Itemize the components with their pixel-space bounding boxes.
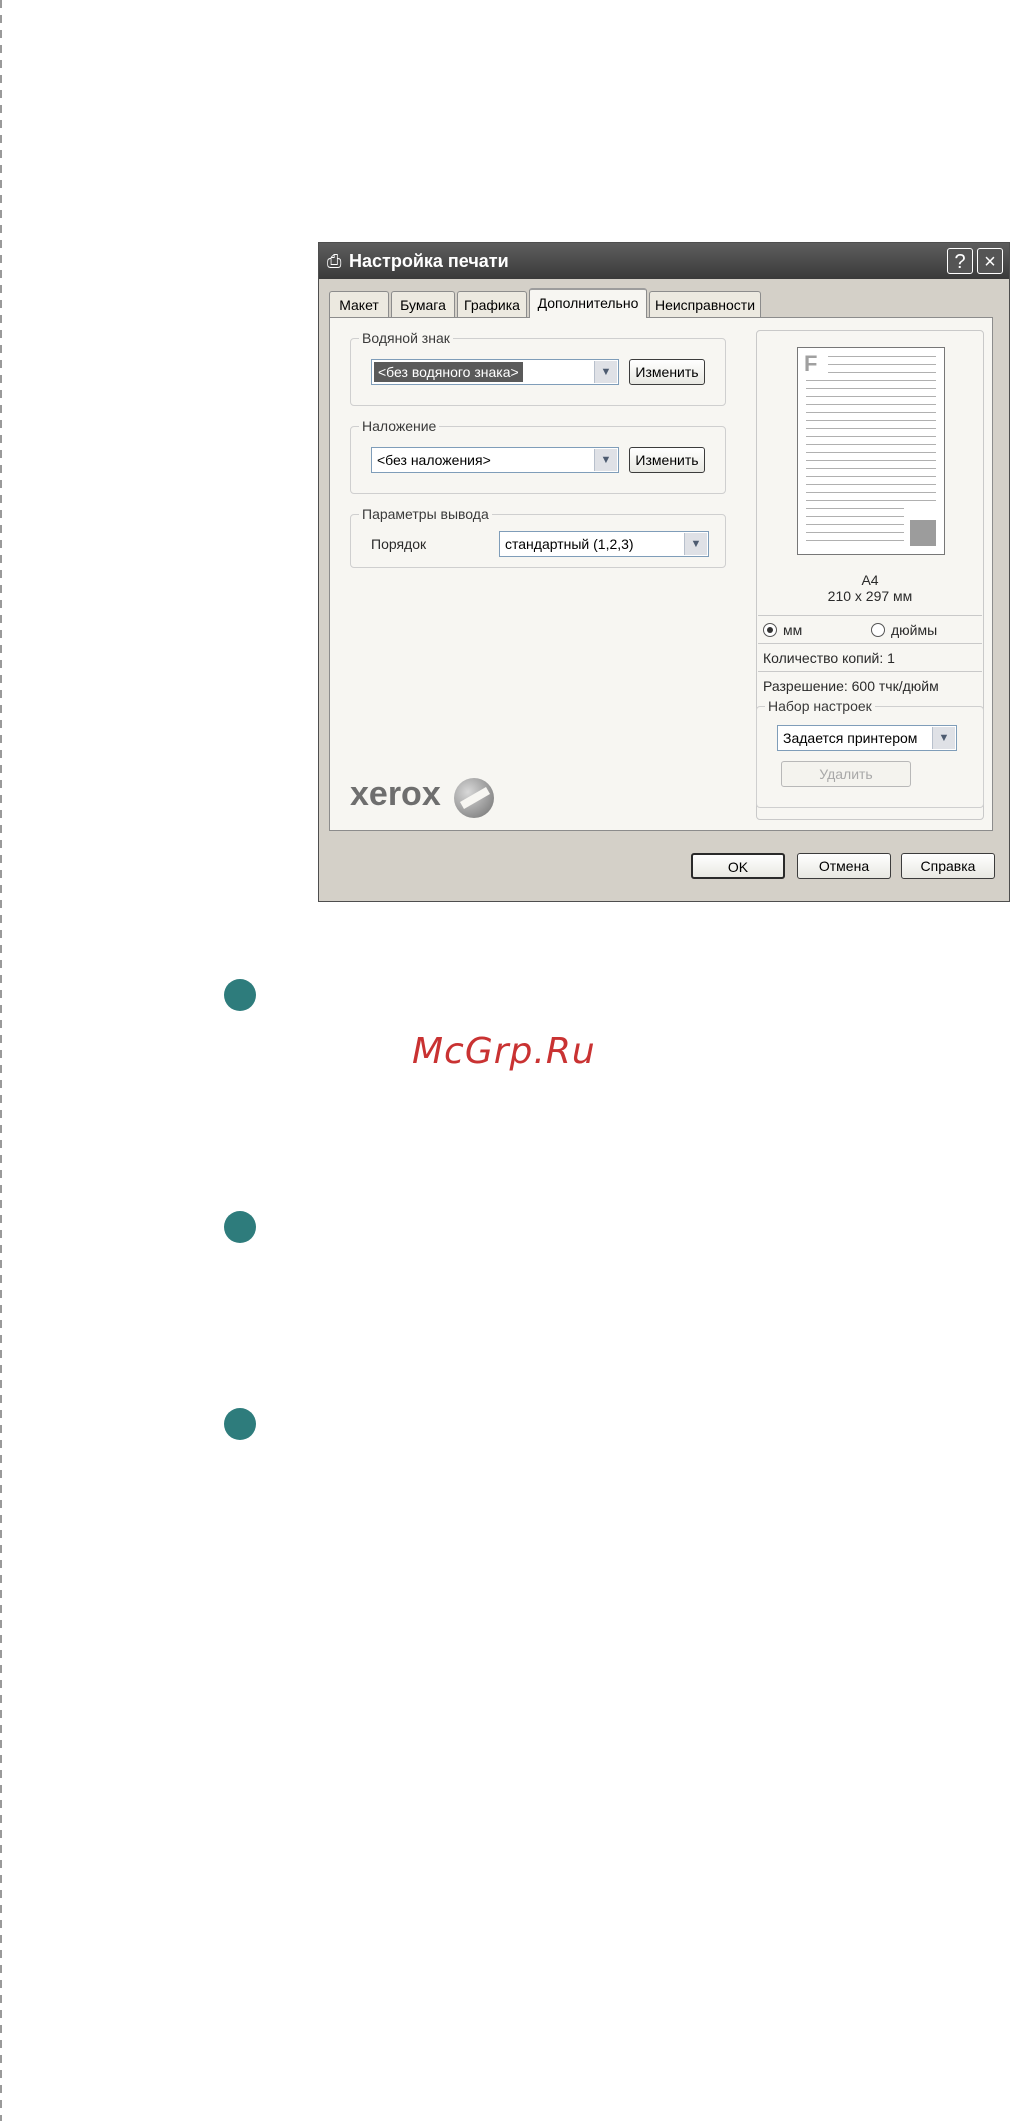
chevron-down-icon[interactable]: ▼ [684, 533, 707, 555]
resolution-value: Разрешение: 600 тчк/дюйм [763, 678, 939, 694]
copies-count: Количество копий: 1 [763, 650, 895, 666]
unit-inches-label[interactable]: дюймы [891, 621, 937, 639]
page-preview-line [806, 412, 936, 413]
site-watermark-text: McGrp.Ru [412, 1031, 596, 1072]
xerox-logo: xerox [350, 775, 441, 813]
cancel-button[interactable]: Отмена [797, 853, 891, 879]
watermark-select-value: <без водяного знака> [374, 362, 523, 382]
presets-group: Набор настроек Задается принтером ▼ Удал… [756, 697, 984, 808]
tab-troubleshooting[interactable]: Неисправности [649, 291, 761, 317]
tab-graphics[interactable]: Графика [457, 291, 527, 317]
unit-inches-radio[interactable] [871, 623, 885, 637]
page-preview-line [806, 436, 936, 437]
page-preview-line [806, 476, 936, 477]
separator [758, 643, 982, 644]
dialog-title: Настройка печати [349, 251, 509, 271]
page-preview-line [806, 484, 936, 485]
ok-button[interactable]: OK [691, 853, 785, 879]
help-title-button[interactable]: ? [947, 248, 973, 274]
page-preview-line [806, 388, 936, 389]
presets-select[interactable]: Задается принтером ▼ [777, 725, 957, 751]
page-preview-line [828, 356, 936, 357]
printer-icon: ⎙ [327, 251, 342, 271]
overlay-select[interactable]: <без наложения> ▼ [371, 447, 619, 473]
xerox-sphere-icon [454, 778, 494, 818]
title-bar[interactable]: ⎙ Настройка печати ? × [319, 243, 1009, 279]
page-preview-line [806, 500, 936, 501]
callout-marker-1-description [224, 979, 256, 1011]
watermark-group: Водяной знак <без водяного знака> ▼ Изме… [350, 329, 726, 406]
order-select[interactable]: стандартный (1,2,3) ▼ [499, 531, 709, 557]
page-preview: F [797, 347, 945, 555]
page-preview-line [806, 404, 936, 405]
delete-preset-button[interactable]: Удалить [781, 761, 911, 787]
close-title-button[interactable]: × [977, 248, 1003, 274]
tab-advanced[interactable]: Дополнительно [529, 288, 647, 318]
page-preview-line [806, 380, 936, 381]
page-preview-line [806, 420, 936, 421]
page-preview-line [806, 428, 936, 429]
page-preview-line [806, 468, 936, 469]
page-preview-line [828, 372, 936, 373]
page-preview-line [806, 396, 936, 397]
help-button[interactable]: Справка [901, 853, 995, 879]
page-preview-line [806, 452, 936, 453]
tab-layout[interactable]: Макет [329, 291, 389, 317]
separator [758, 671, 982, 672]
page-preview-line [806, 524, 904, 525]
page-preview-line [806, 460, 936, 461]
page-preview-line [806, 516, 904, 517]
chevron-down-icon[interactable]: ▼ [932, 727, 955, 749]
callout-marker-3-description [224, 1408, 256, 1440]
tab-paper[interactable]: Бумага [391, 291, 455, 317]
separator [758, 615, 982, 616]
overlay-edit-button[interactable]: Изменить [629, 447, 705, 473]
page-preview-line [828, 364, 936, 365]
page-preview-image-block [910, 520, 936, 546]
page-preview-line [806, 492, 936, 493]
page-preview-letter: F [804, 351, 818, 376]
order-select-value: стандартный (1,2,3) [505, 536, 634, 552]
page-preview-line [806, 540, 904, 541]
callout-marker-2-description [224, 1211, 256, 1243]
output-options-group: Параметры вывода Порядок стандартный (1,… [350, 505, 726, 568]
print-settings-dialog: ⎙ Настройка печати ? × Макет Бумага Граф… [318, 242, 1010, 902]
chevron-down-icon[interactable]: ▼ [594, 449, 617, 471]
output-options-group-title: Параметры вывода [359, 505, 492, 523]
radio-selected-dot [767, 627, 773, 633]
unit-mm-radio[interactable] [763, 623, 777, 637]
presets-select-value: Задается принтером [783, 730, 918, 746]
order-label: Порядок [371, 536, 427, 552]
watermark-group-title: Водяной знак [359, 329, 453, 347]
watermark-edit-button[interactable]: Изменить [629, 359, 705, 385]
paper-dimensions: 210 x 297 мм [827, 588, 913, 604]
overlay-group-title: Наложение [359, 417, 440, 435]
presets-group-title: Набор настроек [765, 697, 875, 715]
page-preview-line [806, 444, 936, 445]
page-preview-line [806, 532, 904, 533]
unit-mm-label[interactable]: мм [783, 621, 802, 639]
advanced-panel: Водяной знак <без водяного знака> ▼ Изме… [329, 317, 993, 831]
page-margin-dashed-line [0, 0, 2, 2121]
chevron-down-icon[interactable]: ▼ [594, 361, 617, 383]
overlay-select-value: <без наложения> [377, 452, 491, 468]
overlay-group: Наложение <без наложения> ▼ Изменить [350, 417, 726, 494]
page-preview-line [806, 508, 904, 509]
watermark-select[interactable]: <без водяного знака> ▼ [371, 359, 619, 385]
